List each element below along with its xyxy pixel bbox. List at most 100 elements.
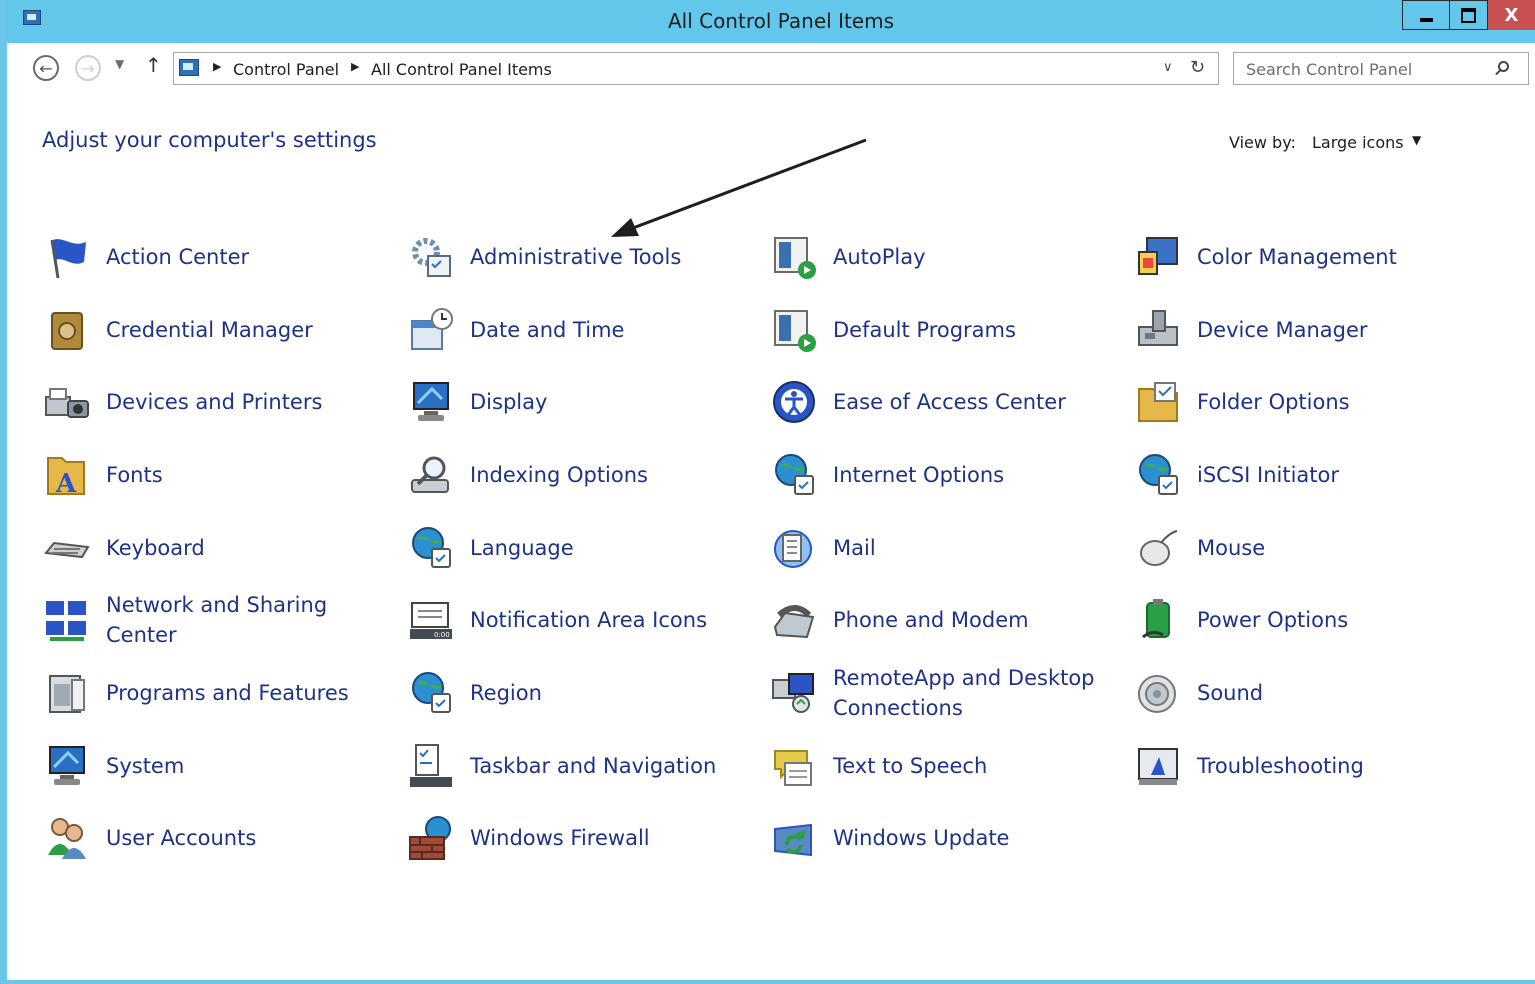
item-label[interactable]: Administrative Tools <box>470 242 681 272</box>
mail-icon[interactable] <box>770 524 818 572</box>
system-monitor-icon[interactable] <box>43 742 91 790</box>
notification-area-icon[interactable]: 0:00 <box>407 596 455 644</box>
firewall-icon[interactable] <box>407 814 455 862</box>
troubleshooting-icon[interactable] <box>1134 742 1182 790</box>
control-panel-item-action-center[interactable]: Action Center <box>43 227 398 287</box>
control-panel-item-credential-manager[interactable]: Credential Manager <box>43 300 398 360</box>
item-label[interactable]: Internet Options <box>833 460 1004 490</box>
item-label[interactable]: Device Manager <box>1197 315 1368 345</box>
gears-icon[interactable] <box>407 233 455 281</box>
item-label[interactable]: Keyboard <box>106 533 205 563</box>
control-panel-item-windows-firewall[interactable]: Windows Firewall <box>407 808 762 868</box>
item-label[interactable]: Phone and Modem <box>833 605 1029 635</box>
control-panel-item-programs-and-features[interactable]: Programs and Features <box>43 663 398 723</box>
item-label[interactable]: System <box>106 751 184 781</box>
item-label[interactable]: Power Options <box>1197 605 1348 635</box>
mouse-icon[interactable] <box>1134 524 1182 572</box>
item-label[interactable]: Taskbar and Navigation <box>470 751 716 781</box>
item-label[interactable]: Date and Time <box>470 315 624 345</box>
control-panel-item-fonts[interactable]: A Fonts <box>43 445 398 505</box>
globe-shield-icon[interactable] <box>1134 451 1182 499</box>
autoplay-icon[interactable] <box>770 233 818 281</box>
monitor-icon[interactable] <box>407 378 455 426</box>
control-panel-item-color-management[interactable]: Color Management <box>1134 227 1489 287</box>
taskbar-icon[interactable] <box>407 742 455 790</box>
item-label[interactable]: Windows Update <box>833 823 1009 853</box>
control-panel-item-language[interactable]: Language <box>407 518 762 578</box>
color-management-icon[interactable] <box>1134 233 1182 281</box>
item-label[interactable]: Programs and Features <box>106 678 349 708</box>
device-manager-icon[interactable] <box>1134 306 1182 354</box>
globe-clock-icon[interactable] <box>407 669 455 717</box>
vault-icon[interactable] <box>43 306 91 354</box>
item-label[interactable]: Region <box>470 678 542 708</box>
item-label[interactable]: Language <box>470 533 574 563</box>
item-label[interactable]: Network and Sharing Center <box>106 590 327 650</box>
item-label[interactable]: Troubleshooting <box>1197 751 1364 781</box>
control-panel-item-windows-update[interactable]: Windows Update <box>770 808 1125 868</box>
control-panel-item-text-to-speech[interactable]: Text to Speech <box>770 736 1125 796</box>
control-panel-item-keyboard[interactable]: Keyboard <box>43 518 398 578</box>
control-panel-item-date-and-time[interactable]: Date and Time <box>407 300 762 360</box>
item-label[interactable]: Folder Options <box>1197 387 1350 417</box>
item-label[interactable]: iSCSI Initiator <box>1197 460 1339 490</box>
flag-icon[interactable] <box>43 233 91 281</box>
control-panel-item-autoplay[interactable]: AutoPlay <box>770 227 1125 287</box>
control-panel-item-sound[interactable]: Sound <box>1134 663 1489 723</box>
windows-update-icon[interactable] <box>770 814 818 862</box>
control-panel-item-indexing-options[interactable]: Indexing Options <box>407 445 762 505</box>
control-panel-item-system[interactable]: System <box>43 736 398 796</box>
globe-language-icon[interactable] <box>407 524 455 572</box>
magnifier-drive-icon[interactable] <box>407 451 455 499</box>
battery-icon[interactable] <box>1134 596 1182 644</box>
item-label[interactable]: Action Center <box>106 242 249 272</box>
ease-of-access-icon[interactable] <box>770 378 818 426</box>
globe-checklist-icon[interactable] <box>770 451 818 499</box>
control-panel-item-mouse[interactable]: Mouse <box>1134 518 1489 578</box>
printer-camera-icon[interactable] <box>43 378 91 426</box>
control-panel-item-notification-area-icons[interactable]: 0:00 Notification Area Icons <box>407 590 762 650</box>
control-panel-item-remoteapp-and-desktop-connections[interactable]: RemoteApp and Desktop Connections <box>770 663 1125 723</box>
item-label[interactable]: Default Programs <box>833 315 1016 345</box>
control-panel-item-user-accounts[interactable]: User Accounts <box>43 808 398 868</box>
control-panel-item-region[interactable]: Region <box>407 663 762 723</box>
control-panel-item-display[interactable]: Display <box>407 372 762 432</box>
control-panel-item-power-options[interactable]: Power Options <box>1134 590 1489 650</box>
control-panel-item-internet-options[interactable]: Internet Options <box>770 445 1125 505</box>
control-panel-item-iscsi-initiator[interactable]: iSCSI Initiator <box>1134 445 1489 505</box>
item-label[interactable]: Display <box>470 387 547 417</box>
control-panel-item-phone-and-modem[interactable]: Phone and Modem <box>770 590 1125 650</box>
remote-desktop-icon[interactable] <box>770 669 818 717</box>
programs-features-icon[interactable] <box>43 669 91 717</box>
users-icon[interactable] <box>43 814 91 862</box>
item-label[interactable]: Color Management <box>1197 242 1397 272</box>
item-label[interactable]: RemoteApp and Desktop Connections <box>833 663 1095 723</box>
control-panel-item-network-and-sharing-center[interactable]: Network and Sharing Center <box>43 590 398 650</box>
item-label[interactable]: User Accounts <box>106 823 256 853</box>
item-label[interactable]: Notification Area Icons <box>470 605 707 635</box>
speaker-icon[interactable] <box>1134 669 1182 717</box>
speech-bubble-icon[interactable] <box>770 742 818 790</box>
item-label[interactable]: Windows Firewall <box>470 823 650 853</box>
item-label[interactable]: Indexing Options <box>470 460 648 490</box>
calendar-clock-icon[interactable] <box>407 306 455 354</box>
item-label[interactable]: Fonts <box>106 460 163 490</box>
default-programs-icon[interactable] <box>770 306 818 354</box>
item-label[interactable]: AutoPlay <box>833 242 926 272</box>
folder-options-icon[interactable] <box>1134 378 1182 426</box>
item-label[interactable]: Sound <box>1197 678 1263 708</box>
control-panel-item-device-manager[interactable]: Device Manager <box>1134 300 1489 360</box>
item-label[interactable]: Ease of Access Center <box>833 387 1066 417</box>
keyboard-icon[interactable] <box>43 524 91 572</box>
control-panel-item-mail[interactable]: Mail <box>770 518 1125 578</box>
control-panel-item-taskbar-and-navigation[interactable]: Taskbar and Navigation <box>407 736 762 796</box>
item-label[interactable]: Mouse <box>1197 533 1265 563</box>
control-panel-item-devices-and-printers[interactable]: Devices and Printers <box>43 372 398 432</box>
control-panel-item-troubleshooting[interactable]: Troubleshooting <box>1134 736 1489 796</box>
phone-modem-icon[interactable] <box>770 596 818 644</box>
control-panel-item-administrative-tools[interactable]: Administrative Tools <box>407 227 762 287</box>
item-label[interactable]: Credential Manager <box>106 315 313 345</box>
item-label[interactable]: Text to Speech <box>833 751 987 781</box>
item-label[interactable]: Mail <box>833 533 876 563</box>
fonts-folder-icon[interactable]: A <box>43 451 91 499</box>
